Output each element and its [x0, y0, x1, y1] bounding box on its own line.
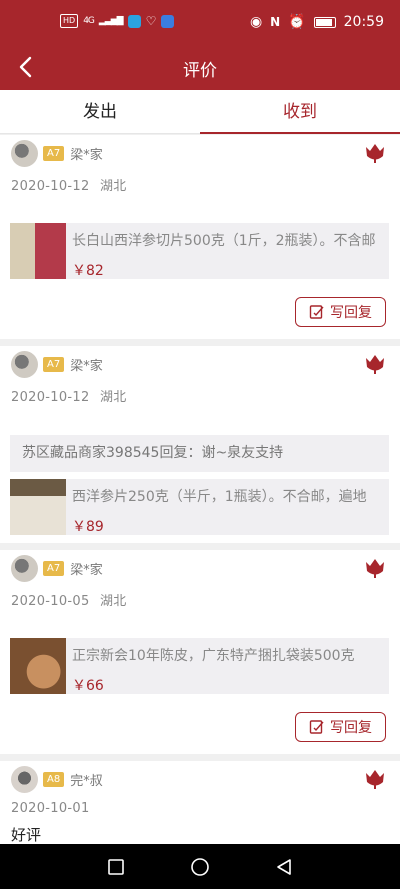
edit-icon [309, 720, 324, 734]
hd-indicator: HD [60, 14, 79, 28]
avatar[interactable] [11, 350, 38, 378]
username: 完*叔 [70, 773, 103, 789]
username: 梁*家 [70, 358, 103, 374]
flower-icon [366, 770, 384, 789]
username: 梁*家 [70, 562, 103, 578]
product-item[interactable]: 正宗新会10年陈皮，广东特产捆扎袋装500克 ￥66 [10, 638, 389, 694]
review-region: 湖北 [100, 390, 127, 405]
level-badge: A8 [43, 771, 65, 787]
write-reply-label: 写回复 [330, 720, 372, 736]
level-badge: A7 [43, 560, 65, 576]
avatar[interactable] [11, 765, 38, 793]
app-notification-icon [127, 14, 141, 28]
avatar[interactable] [11, 554, 38, 582]
product-thumbnail [10, 223, 66, 279]
level-badge: A7 [43, 356, 65, 372]
review-region: 湖北 [100, 594, 127, 609]
edit-icon [309, 305, 324, 319]
seller-reply: 苏区藏品商家398545回复：谢~泉友支持 [10, 435, 389, 472]
battery-icon [313, 16, 336, 28]
home-icon[interactable] [190, 857, 210, 877]
review-card: A7 梁*家 2020-10-05 湖北 正宗新会10年陈皮，广东特产捆扎袋装5… [0, 550, 400, 754]
product-thumbnail [10, 638, 66, 694]
product-title: 长白山西洋参切片500克（1斤，2瓶装）。不含邮 [72, 233, 376, 249]
avatar[interactable] [11, 139, 38, 167]
write-reply-label: 写回复 [330, 305, 372, 321]
nfc-icon: N [270, 15, 281, 29]
write-reply-button[interactable]: 写回复 [295, 712, 386, 742]
product-price: ￥82 [72, 263, 104, 279]
product-price: ￥89 [72, 519, 104, 535]
product-title: 正宗新会10年陈皮，广东特产捆扎袋装500克 [72, 648, 355, 664]
review-date: 2020-10-12 [11, 179, 90, 194]
app-notification-icon-2 [161, 14, 175, 28]
review-region: 湖北 [100, 179, 127, 194]
product-title: 西洋参片250克（半斤，1瓶装）。不合邮，遍地 [72, 489, 367, 505]
review-card: A7 梁*家 2020-10-12 湖北 长白山西洋参切片500克（1斤，2瓶装… [0, 135, 400, 339]
review-comment: 好评 [11, 826, 42, 844]
nav-bar: 评价 [0, 44, 400, 90]
recents-icon[interactable] [107, 858, 125, 876]
review-date: 2020-10-12 [11, 390, 90, 405]
product-item[interactable]: 长白山西洋参切片500克（1斤，2瓶装）。不含邮 ￥82 [10, 223, 389, 279]
review-date: 2020-10-05 [11, 594, 90, 609]
product-price: ￥66 [72, 678, 104, 694]
back-nav-icon[interactable] [275, 858, 293, 876]
review-date: 2020-10-01 [11, 801, 90, 816]
tab-sent[interactable]: 发出 [0, 90, 200, 133]
review-card: A8 完*叔 2020-10-01 好评 [0, 761, 400, 844]
system-nav-bar [0, 844, 400, 889]
clock: 20:59 [343, 14, 384, 30]
level-badge: A7 [43, 145, 65, 161]
username: 梁*家 [70, 147, 103, 163]
flower-icon [366, 355, 384, 374]
eye-icon: ◉ [249, 14, 263, 30]
page-title: 评价 [183, 61, 217, 81]
heart-notification-icon: ♡ [145, 14, 157, 28]
signal-label: 4G [83, 16, 95, 26]
signal-icon: ▂▃▅▇ [98, 16, 124, 26]
product-item[interactable]: 西洋参片250克（半斤，1瓶装）。不合邮，遍地 ￥89 [10, 479, 389, 535]
write-reply-button[interactable]: 写回复 [295, 297, 386, 327]
flower-icon [366, 144, 384, 163]
tab-bar: 发出 收到 [0, 90, 400, 134]
status-bar: HD 4G ▂▃▅▇ ♡ ◉ N ⏰ 20:59 [0, 0, 400, 44]
flower-icon [366, 559, 384, 578]
product-thumbnail [10, 479, 66, 535]
alarm-icon: ⏰ [288, 14, 306, 30]
tab-received[interactable]: 收到 [200, 90, 400, 134]
review-card: A7 梁*家 2020-10-12 湖北 苏区藏品商家398545回复：谢~泉友… [0, 346, 400, 543]
